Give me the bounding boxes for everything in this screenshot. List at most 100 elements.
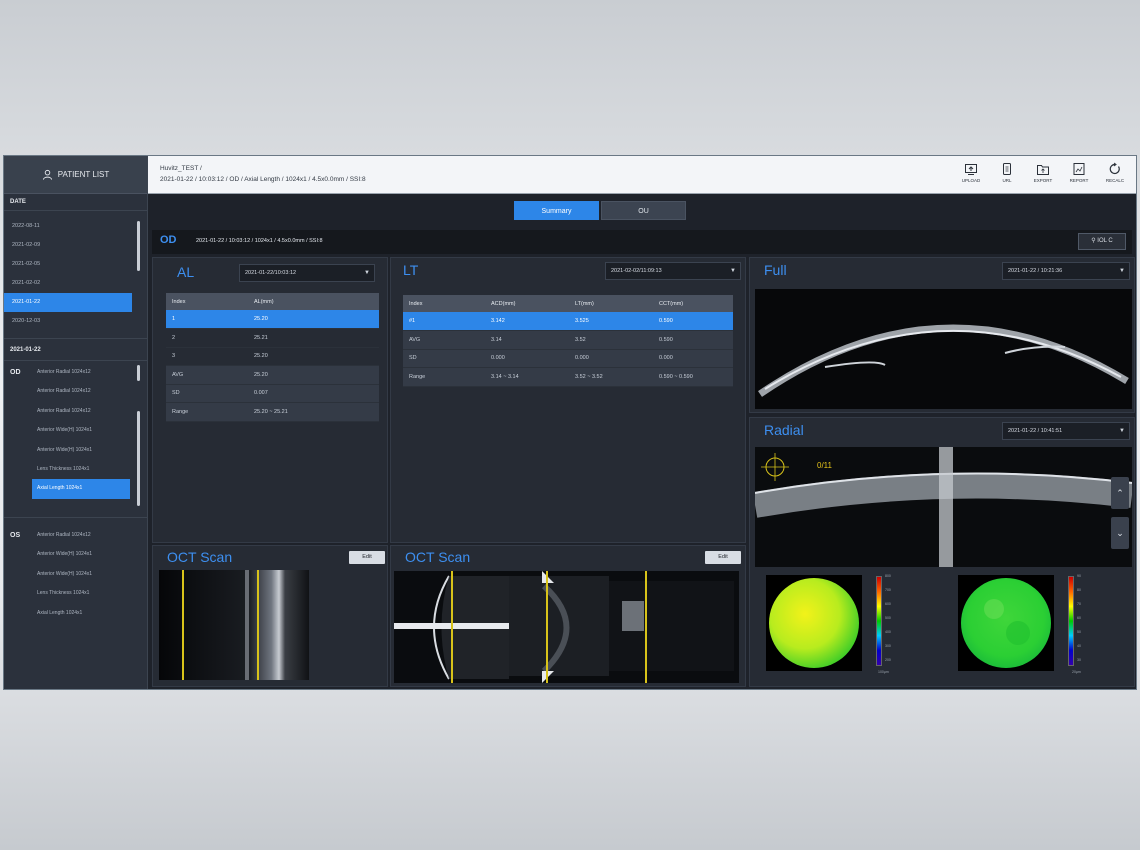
os-label: OS bbox=[10, 532, 21, 539]
scan-item[interactable]: Anterior Radial 1024x12 bbox=[32, 363, 130, 382]
cell: 0.007 bbox=[248, 384, 379, 403]
cell: Range bbox=[403, 367, 485, 387]
od-scrollbar-top[interactable] bbox=[137, 365, 140, 381]
scan-item[interactable]: Anterior Radial 1024x12 bbox=[32, 382, 130, 401]
report-label: REPORT bbox=[1069, 178, 1089, 183]
date-item[interactable]: 2020-12-03 bbox=[4, 312, 132, 331]
cell: 2 bbox=[166, 328, 248, 348]
al-row[interactable]: 2 25.21 bbox=[166, 328, 379, 348]
export-button[interactable]: EXPORT bbox=[1026, 162, 1060, 183]
scan-item[interactable]: Lens Thickness 1024x1 bbox=[32, 460, 130, 479]
iol-calc-button[interactable]: ⚲ IOL C bbox=[1078, 233, 1126, 250]
scale-label: 600 bbox=[885, 602, 891, 606]
thickness-map-graphic bbox=[961, 578, 1051, 668]
cell: AVG bbox=[166, 365, 248, 385]
scroll-down-button[interactable]: ⌄ bbox=[1111, 517, 1129, 549]
scan-item[interactable]: Axial Length 1024x1 bbox=[32, 604, 130, 623]
scan-info-text: 2021-01-22 / 10:03:12 / 1024x1 / 4.5x0.0… bbox=[196, 238, 323, 244]
cell: 3 bbox=[166, 347, 248, 366]
chevron-down-icon: ▼ bbox=[364, 270, 370, 276]
oct-image-al[interactable] bbox=[159, 570, 309, 680]
scan-item[interactable]: Anterior Wide(H) 1024x1 bbox=[32, 565, 130, 584]
od-scan-group: OD Anterior Radial 1024x12 Anterior Radi… bbox=[4, 361, 147, 518]
tab-ou[interactable]: OU bbox=[601, 201, 686, 220]
radial-date-value: 2021-01-22 / 10:41:51 bbox=[1008, 428, 1063, 434]
tab-summary[interactable]: Summary bbox=[514, 201, 599, 220]
cell: 3.14 bbox=[485, 330, 569, 350]
cell: 0.000 bbox=[569, 349, 653, 368]
full-title: Full bbox=[764, 262, 787, 278]
date-scrollbar[interactable] bbox=[137, 221, 140, 271]
scan-item[interactable]: Anterior Wide(H) 1024x1 bbox=[32, 441, 130, 460]
scale-label: 60 bbox=[1077, 616, 1081, 620]
iol-calc-label: IOL C bbox=[1097, 238, 1113, 244]
cell: 3.52 ~ 3.52 bbox=[569, 367, 653, 387]
al-row[interactable]: 3 25.20 bbox=[166, 347, 379, 366]
thickness-map-right[interactable] bbox=[958, 575, 1054, 671]
lt-title: LT bbox=[403, 262, 419, 278]
edit-button[interactable]: Edit bbox=[705, 551, 741, 564]
caliper-line[interactable] bbox=[451, 571, 453, 683]
radial-oct-image[interactable]: 0/11 ⌃ ⌄ bbox=[755, 447, 1132, 567]
sidebar: PATIENT LIST DATE 2022-08-11 2021-02-09 … bbox=[4, 156, 148, 689]
date-item[interactable]: 2021-02-02 bbox=[4, 274, 132, 293]
caliper-line[interactable] bbox=[546, 571, 548, 683]
scan-item[interactable]: Anterior Radial 1024x12 bbox=[32, 526, 130, 545]
color-scale-right bbox=[1068, 576, 1074, 666]
lt-stat-row: Range 3.14 ~ 3.14 3.52 ~ 3.52 0.590 ~ 0.590 bbox=[403, 367, 733, 387]
caliper-line[interactable] bbox=[257, 570, 259, 680]
full-panel: Full 2021-01-22 / 10:21:36 ▼ bbox=[749, 257, 1135, 413]
al-row-selected[interactable]: 1 25.20 bbox=[166, 310, 379, 329]
lt-table: Index ACD(mm) LT(mm) CCT(mm) #1 3.142 3.525 0.… bbox=[403, 295, 733, 387]
scale-label: 400 bbox=[885, 630, 891, 634]
upload-button[interactable]: UPLOAD bbox=[954, 162, 988, 183]
scan-item[interactable]: Anterior Wide(H) 1024x1 bbox=[32, 421, 130, 440]
view-tabs: Summary OU bbox=[514, 201, 686, 220]
radial-panel: Radial 2021-01-22 / 10:41:51 ▼ 0/11 ⌃ ⌄ 8… bbox=[749, 417, 1135, 687]
full-oct-graphic bbox=[755, 289, 1132, 409]
oct-scan-title: OCT Scan bbox=[167, 549, 233, 565]
app-window: PATIENT LIST DATE 2022-08-11 2021-02-09 … bbox=[3, 155, 1137, 690]
scan-item[interactable]: Anterior Wide(H) 1024x1 bbox=[32, 545, 130, 564]
lt-row-selected[interactable]: #1 3.142 3.525 0.590 bbox=[403, 312, 733, 331]
scan-item[interactable]: Lens Thickness 1024x1 bbox=[32, 584, 130, 603]
radial-date-dropdown[interactable]: 2021-01-22 / 10:41:51 ▼ bbox=[1002, 422, 1130, 440]
chevron-down-icon: ▼ bbox=[730, 268, 736, 274]
scale-unit: 20µm bbox=[1072, 670, 1081, 674]
caliper-line[interactable] bbox=[645, 571, 647, 683]
cell: 25.20 bbox=[248, 347, 379, 366]
url-button[interactable]: URL bbox=[990, 162, 1024, 183]
date-item[interactable]: 2021-02-09 bbox=[4, 236, 132, 255]
date-item[interactable]: 2021-02-05 bbox=[4, 255, 132, 274]
scan-item-selected[interactable]: Axial Length 1024x1 bbox=[32, 479, 130, 499]
cell: 0.590 ~ 0.590 bbox=[653, 367, 733, 387]
url-icon bbox=[1003, 163, 1011, 175]
od-scrollbar[interactable] bbox=[137, 411, 140, 506]
scan-item[interactable]: Anterior Radial 1024x12 bbox=[32, 402, 130, 421]
lt-date-dropdown[interactable]: 2021-02-02/11:09:13 ▼ bbox=[605, 262, 741, 280]
lt-col-cct: CCT(mm) bbox=[653, 295, 733, 312]
cell: AVG bbox=[403, 330, 485, 350]
color-scale-left bbox=[876, 576, 882, 666]
lt-col-acd: ACD(mm) bbox=[485, 295, 569, 312]
scale-label: 800 bbox=[885, 574, 891, 578]
date-item[interactable]: 2022-08-11 bbox=[4, 217, 132, 236]
cell: 1 bbox=[166, 310, 248, 329]
lt-panel: LT 2021-02-02/11:09:13 ▼ Index ACD(mm) LT(m… bbox=[390, 257, 746, 543]
al-title: AL bbox=[177, 264, 195, 280]
scroll-up-button[interactable]: ⌃ bbox=[1111, 477, 1129, 509]
url-label: URL bbox=[1002, 178, 1012, 183]
oct-image-lt[interactable] bbox=[394, 571, 739, 683]
full-date-dropdown[interactable]: 2021-01-22 / 10:21:36 ▼ bbox=[1002, 262, 1130, 280]
date-item-selected[interactable]: 2021-01-22 bbox=[4, 293, 132, 312]
edit-button[interactable]: Edit bbox=[349, 551, 385, 564]
thickness-map-left[interactable] bbox=[766, 575, 862, 671]
recalc-button[interactable]: RECALC bbox=[1098, 162, 1132, 183]
scale-label: 300 bbox=[885, 644, 891, 648]
al-date-dropdown[interactable]: 2021-01-22/10:03:12 ▼ bbox=[239, 264, 375, 282]
caliper-line[interactable] bbox=[182, 570, 184, 680]
full-oct-image[interactable] bbox=[755, 289, 1132, 409]
cell: 3.525 bbox=[569, 312, 653, 331]
report-button[interactable]: REPORT bbox=[1062, 162, 1096, 183]
patient-list-button[interactable]: PATIENT LIST bbox=[4, 156, 147, 194]
